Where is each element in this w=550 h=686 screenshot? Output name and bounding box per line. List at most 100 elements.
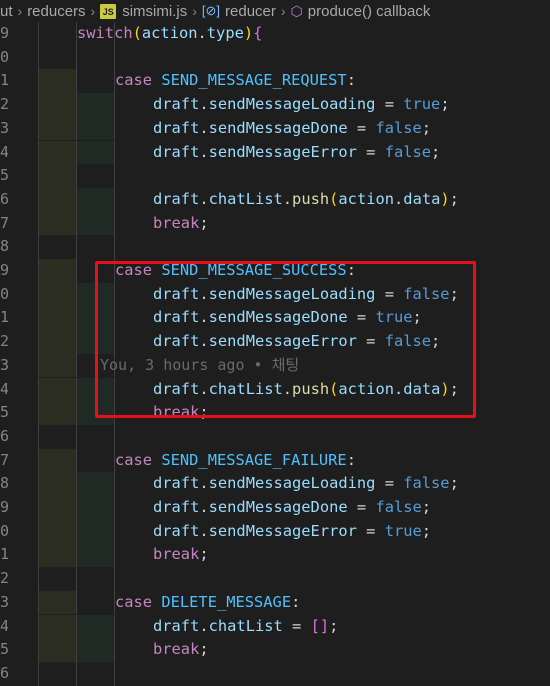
indent-guide-line — [38, 259, 39, 283]
code-line[interactable]: 6 draft.chatList.push(action.data); — [0, 187, 550, 212]
indent-guide-bg — [76, 140, 114, 165]
code-token: ; — [449, 474, 459, 493]
code-line[interactable]: 7 break; — [0, 211, 550, 236]
line-number: 3 — [0, 592, 8, 611]
indent-guide-line — [76, 330, 77, 354]
code-line[interactable]: 3 case DELETE_MESSAGE: — [0, 590, 550, 615]
code-token: draft — [153, 189, 200, 208]
breadcrumb-symbol-reducer[interactable]: reducer — [225, 3, 276, 20]
code-line[interactable]: 4 draft.sendMessageError = false; — [0, 140, 550, 165]
indent-guide-bg — [76, 472, 114, 496]
code-token: ; — [329, 616, 339, 635]
indent-guide-line — [114, 661, 115, 686]
code-line[interactable]: 1 case SEND_MESSAGE_REQUEST: — [0, 69, 550, 94]
indent-guide-line — [76, 93, 77, 117]
code-token: ( — [132, 24, 142, 42]
code-line[interactable]: 9 switch(action.type){ — [0, 22, 550, 46]
code-token: = — [347, 498, 376, 516]
indent-guide-line — [76, 187, 77, 212]
code-token: = — [375, 474, 404, 493]
indent-guide-line — [76, 448, 77, 473]
code-line[interactable]: 1 break; — [0, 543, 550, 568]
indent-guide-line — [38, 448, 39, 473]
line-number: 2 — [0, 332, 8, 351]
code-line[interactable]: 0 draft.sendMessageError = true; — [0, 519, 550, 544]
code-line[interactable]: 5 break; — [0, 638, 550, 662]
code-token: = — [347, 118, 376, 137]
code-token: ; — [199, 545, 209, 564]
code-token: break — [153, 213, 200, 232]
indent-guide-bg — [38, 614, 76, 639]
code-text: draft.sendMessageDone = false; — [153, 496, 431, 520]
breadcrumb-folder-reducers[interactable]: reducers — [27, 3, 85, 20]
line-number: 9 — [0, 24, 8, 42]
breadcrumb-file[interactable]: simsimi.js — [122, 3, 187, 20]
code-line[interactable]: 0 — [0, 45, 550, 70]
code-token: data — [403, 189, 441, 208]
line-number: 6 — [0, 189, 8, 208]
indent-guide-line — [114, 519, 115, 544]
code-token: . — [394, 189, 404, 208]
code-token: . — [199, 498, 209, 516]
line-number: 4 — [0, 379, 8, 398]
code-token: draft — [153, 474, 200, 493]
breadcrumb-folder-ut[interactable]: ut — [0, 3, 13, 20]
line-number: 6 — [0, 426, 8, 445]
code-token: { — [253, 24, 263, 42]
line-number: 1 — [0, 308, 8, 327]
indent-guide-line — [76, 519, 77, 544]
indent-guide-bg — [38, 116, 76, 141]
line-number: 2 — [0, 95, 8, 114]
code-line[interactable]: 3 draft.sendMessageDone = false; — [0, 116, 550, 141]
indent-guide-bg — [76, 614, 114, 639]
indent-guide-line — [38, 235, 39, 259]
indent-guide-line — [114, 164, 115, 188]
line-number: 7 — [0, 213, 8, 232]
indent-guide-bg — [76, 543, 114, 568]
code-line[interactable]: 6 — [0, 661, 550, 686]
indent-guide-line — [76, 401, 77, 425]
breadcrumb-symbol-callback[interactable]: produce() callback — [308, 3, 431, 20]
indent-guide-bg — [38, 590, 76, 615]
indent-guide-line — [114, 187, 115, 212]
code-line[interactable]: 8 draft.sendMessageLoading = false; — [0, 472, 550, 496]
breadcrumb: ut › reducers › JS simsimi.js › [⊘] redu… — [0, 0, 550, 22]
indent-guide-line — [76, 614, 77, 639]
indent-guide-line — [76, 164, 77, 188]
indent-guide-line — [38, 424, 39, 449]
code-token: . — [199, 95, 209, 114]
method-cube-icon: ⬡ — [290, 2, 303, 19]
code-line[interactable]: 2 draft.sendMessageLoading = true; — [0, 93, 550, 117]
variable-symbol-icon: [⊘] — [201, 3, 221, 18]
indent-guide-line — [76, 424, 77, 449]
indent-guide-line — [76, 353, 77, 378]
indent-guide-line — [38, 472, 39, 496]
indent-guide-line — [76, 211, 77, 236]
code-line[interactable]: 2 — [0, 567, 550, 591]
code-token: = — [356, 142, 385, 161]
code-line[interactable]: 9 draft.sendMessageDone = false; — [0, 496, 550, 520]
code-line[interactable]: 5 — [0, 164, 550, 188]
code-token: SEND_MESSAGE_FAILURE — [161, 450, 347, 469]
code-token: . — [282, 189, 293, 208]
code-text: draft.chatList = []; — [153, 615, 338, 639]
indent-guide-line — [114, 140, 115, 165]
indent-guide-line — [38, 353, 39, 378]
code-line[interactable]: 4 draft.chatList = []; — [0, 614, 550, 639]
code-token: false — [375, 498, 422, 516]
code-token: type — [206, 24, 244, 42]
code-line[interactable]: 6 — [0, 424, 550, 449]
code-line[interactable]: 7 case SEND_MESSAGE_FAILURE: — [0, 448, 550, 473]
indent-guide-line — [114, 211, 115, 236]
code-token: case — [115, 592, 153, 611]
indent-guide-bg — [38, 472, 76, 496]
indent-guide-bg — [76, 211, 114, 236]
indent-guide-line — [38, 282, 39, 307]
indent-guide-line — [114, 424, 115, 449]
line-number: 9 — [0, 261, 8, 279]
code-line[interactable]: 8 — [0, 235, 550, 259]
indent-guide-bg — [38, 638, 76, 662]
